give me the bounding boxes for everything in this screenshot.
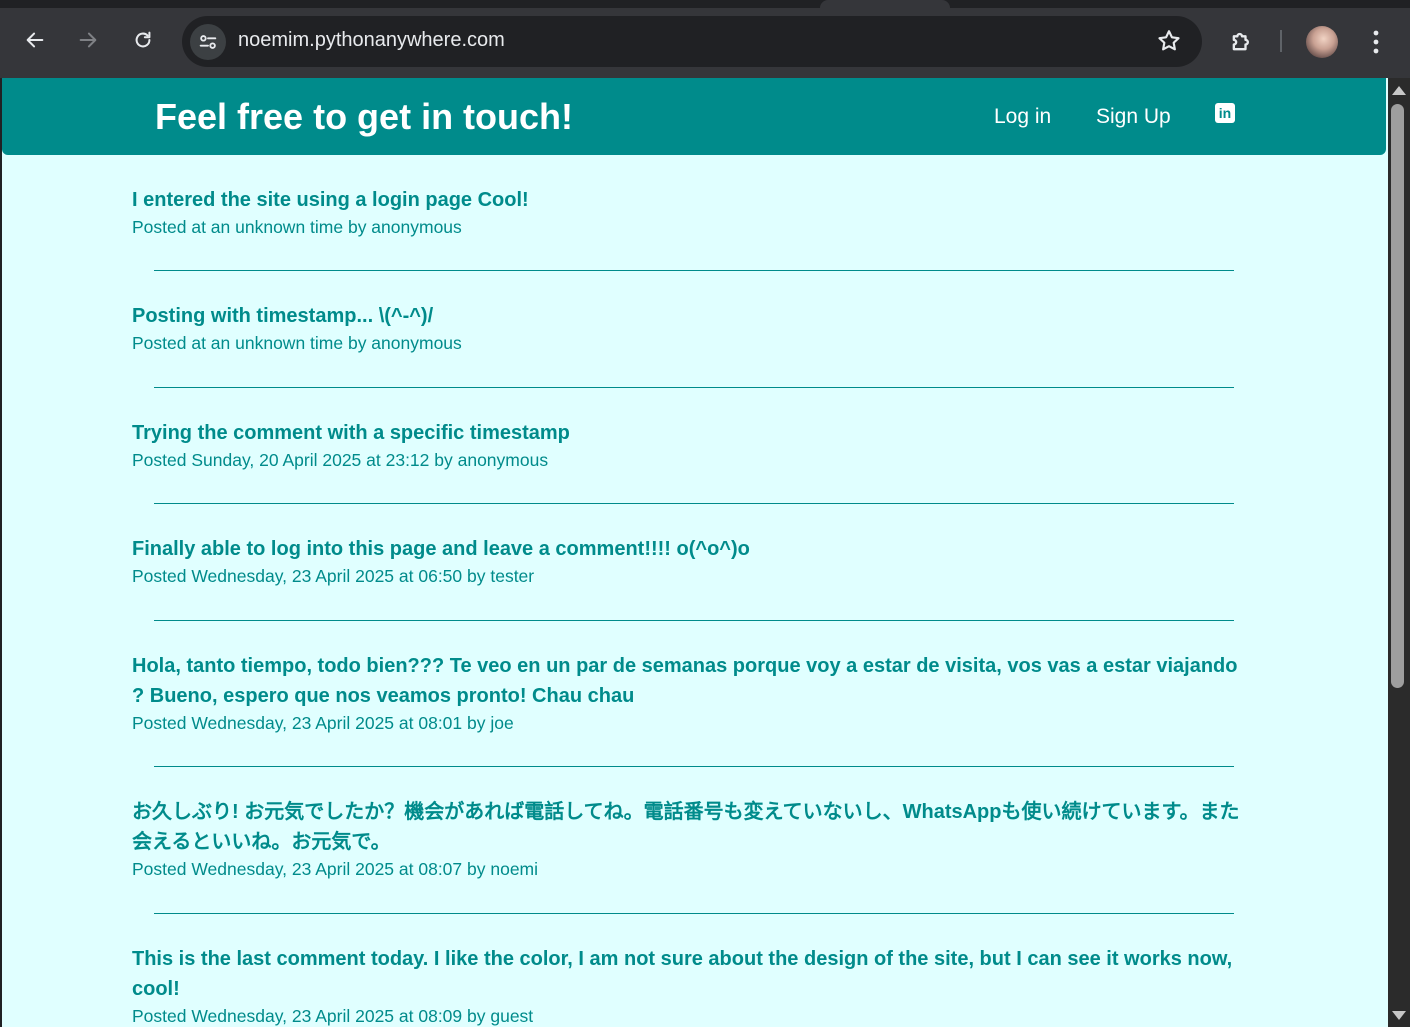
comment-meta: Posted Wednesday, 23 April 2025 at 08:09… (132, 1006, 534, 1026)
comment-text: お久しぶり! お元気でしたか？機会があれば電話してね。電話番号も変えていないし、… (132, 801, 1240, 853)
star-icon (1158, 30, 1180, 51)
comment-item: お久しぶり! お元気でしたか？機会があれば電話してね。電話番号も変えていないし、… (132, 797, 1252, 881)
comment-item: I entered the site using a login page Co… (132, 185, 1252, 239)
comment-text: Trying the comment with a specific times… (132, 422, 570, 444)
linkedin-icon[interactable]: in (1215, 103, 1235, 123)
comment-meta: Posted Wednesday, 23 April 2025 at 06:50… (132, 566, 535, 586)
site-info-button[interactable] (190, 24, 226, 60)
comment-text: I entered the site using a login page Co… (132, 189, 529, 211)
comment-text: This is the last comment today. I like t… (132, 948, 1233, 1000)
comment-item: This is the last comment today. I like t… (132, 944, 1252, 1027)
comment-meta: Posted Sunday, 20 April 2025 at 23:12 by… (132, 450, 549, 470)
forward-button[interactable] (68, 20, 108, 60)
arrow-left-icon (26, 32, 44, 48)
extensions-button[interactable] (1228, 27, 1256, 55)
arrow-right-icon (79, 32, 97, 48)
comment-divider (154, 503, 1234, 504)
more-vertical-icon (1373, 30, 1379, 54)
comment-item: Hola, tanto tiempo, todo bien??? Te veo … (132, 651, 1252, 735)
comment-divider (154, 270, 1234, 271)
site-header: Feel free to get in touch! Log in Sign U… (2, 78, 1386, 155)
comment-divider (154, 913, 1234, 914)
reload-icon (135, 31, 151, 48)
url-text[interactable]: noemim.pythonanywhere.com (238, 29, 505, 52)
reload-button[interactable] (123, 20, 163, 60)
puzzle-icon (1232, 32, 1249, 51)
scroll-up-arrow-icon[interactable] (1392, 86, 1406, 95)
comment-meta: Posted Wednesday, 23 April 2025 at 08:07… (132, 859, 539, 879)
tab-strip (0, 0, 1410, 8)
bookmark-star-button[interactable] (1156, 28, 1182, 54)
tune-icon (199, 35, 217, 49)
scrollbar-thumb[interactable] (1391, 104, 1404, 688)
page-viewport: Feel free to get in touch! Log in Sign U… (2, 78, 1388, 1027)
comment-divider (154, 620, 1234, 621)
comment-meta: Posted Wednesday, 23 April 2025 at 08:01… (132, 713, 514, 733)
back-button[interactable] (15, 20, 55, 60)
comment-divider (154, 766, 1234, 767)
comment-meta: Posted at an unknown time by anonymous (132, 333, 462, 353)
page-scrollbar[interactable] (1388, 78, 1410, 1027)
active-tab[interactable] (820, 0, 950, 8)
comment-item: Finally able to log into this page and l… (132, 534, 1252, 588)
page-title: Feel free to get in touch! (155, 96, 574, 137)
comment-text: Posting with timestamp... \(^-^)/ (132, 305, 434, 327)
browser-menu-button[interactable] (1364, 27, 1388, 57)
comment-text: Hola, tanto tiempo, todo bien??? Te veo … (132, 655, 1238, 707)
login-link[interactable]: Log in (994, 105, 1051, 129)
profile-avatar[interactable] (1306, 26, 1338, 58)
comment-item: Trying the comment with a specific times… (132, 418, 1252, 472)
signup-link[interactable]: Sign Up (1096, 105, 1171, 129)
address-bar[interactable]: noemim.pythonanywhere.com (182, 16, 1202, 67)
browser-toolbar: noemim.pythonanywhere.com (0, 0, 1410, 78)
comment-meta: Posted at an unknown time by anonymous (132, 217, 462, 237)
comment-text: Finally able to log into this page and l… (132, 538, 750, 560)
comment-divider (154, 387, 1234, 388)
toolbar-separator (1280, 30, 1282, 52)
comment-item: Posting with timestamp... \(^-^)/ Posted… (132, 301, 1252, 355)
scroll-down-arrow-icon[interactable] (1392, 1011, 1406, 1020)
